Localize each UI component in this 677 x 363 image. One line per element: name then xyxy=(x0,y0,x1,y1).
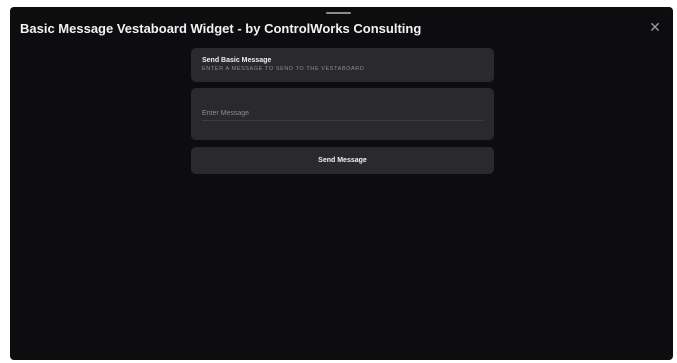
window-title: Basic Message Vestaboard Widget - by Con… xyxy=(20,21,422,36)
widget-window: Basic Message Vestaboard Widget - by Con… xyxy=(10,7,673,360)
section-subtitle: ENTER A MESSAGE TO SEND TO THE VESTABOAR… xyxy=(202,66,365,72)
send-message-button-label: Send Message xyxy=(318,157,367,164)
send-basic-message-header: Send Basic Message ENTER A MESSAGE TO SE… xyxy=(191,48,494,82)
drag-handle[interactable] xyxy=(326,12,351,14)
message-input[interactable] xyxy=(202,106,483,121)
section-title: Send Basic Message xyxy=(202,57,272,64)
send-message-button[interactable]: Send Message xyxy=(191,147,494,174)
message-input-card xyxy=(191,88,494,140)
close-icon[interactable]: ✕ xyxy=(647,19,663,35)
